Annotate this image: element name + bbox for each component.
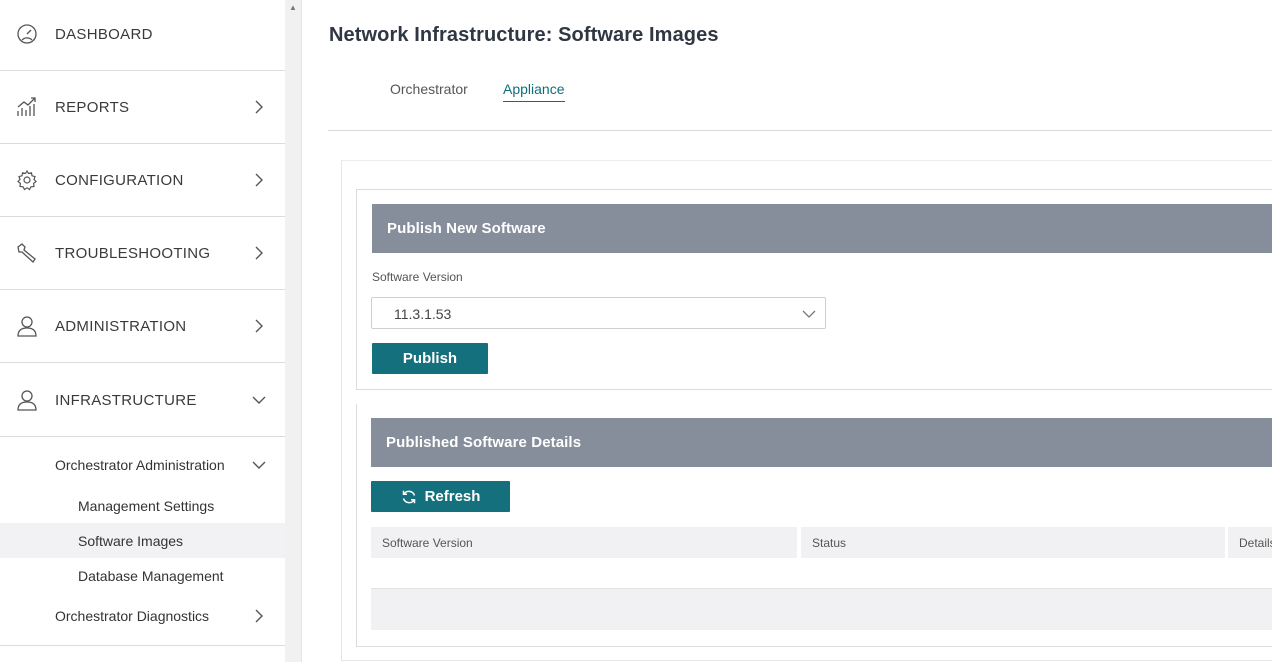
sidebar-item-administration[interactable]: ADMINISTRATION (0, 290, 285, 363)
sidebar-item-dashboard[interactable]: DASHBOARD (0, 0, 285, 71)
sidebar-item-label: DASHBOARD (55, 25, 153, 43)
scroll-up-arrow-icon[interactable]: ▲ (288, 2, 298, 12)
card-header: Published Software Details (371, 418, 1272, 467)
reports-chart-icon (14, 94, 40, 120)
publish-button[interactable]: Publish (372, 343, 488, 374)
sidebar-item-database-management[interactable]: Database Management (0, 558, 285, 593)
sidebar-group-orchestrator-diagnostics[interactable]: Orchestrator Diagnostics (0, 598, 285, 634)
dashboard-gauge-icon (14, 21, 40, 47)
table-row (371, 588, 1272, 630)
sidebar-item-label: ADMINISTRATION (55, 317, 187, 335)
refresh-label: Refresh (424, 488, 481, 505)
sidebar-item-label: Management Settings (78, 497, 215, 514)
refresh-icon (401, 489, 417, 505)
app-window: DASHBOARD REPORTS CONFIGURATION TROUBLES… (0, 0, 1272, 662)
user-icon (14, 313, 40, 339)
page-title: Network Infrastructure: Software Images (329, 24, 719, 46)
chevron-down-icon (250, 391, 268, 409)
sidebar: DASHBOARD REPORTS CONFIGURATION TROUBLES… (0, 0, 285, 662)
column-header-status[interactable]: Status (801, 527, 1225, 558)
card-header: Publish New Software (372, 204, 1272, 253)
sidebar-item-management-settings[interactable]: Management Settings (0, 488, 285, 523)
sidebar-item-label: CONFIGURATION (55, 171, 184, 189)
sidebar-item-label: REPORTS (55, 98, 130, 116)
sidebar-item-label: INFRASTRUCTURE (55, 391, 197, 409)
column-header-software-version[interactable]: Software Version (371, 527, 797, 558)
software-version-select[interactable]: 11.3.1.53 (371, 297, 826, 329)
sidebar-item-label: TROUBLESHOOTING (55, 244, 211, 262)
software-version-label: Software Version (372, 270, 463, 284)
sidebar-item-reports[interactable]: REPORTS (0, 71, 285, 144)
refresh-button[interactable]: Refresh (371, 481, 510, 512)
sidebar-item-label: Software Images (78, 532, 184, 549)
select-value: 11.3.1.53 (394, 306, 452, 322)
user-icon (14, 387, 40, 413)
divider (0, 645, 285, 646)
wrench-icon (14, 240, 40, 266)
sidebar-item-troubleshooting[interactable]: TROUBLESHOOTING (0, 217, 285, 290)
sidebar-item-label: Database Management (78, 567, 224, 584)
sidebar-scrollbar[interactable] (285, 0, 302, 662)
chevron-right-icon (250, 98, 268, 116)
tab-appliance[interactable]: Appliance (503, 81, 565, 102)
chevron-right-icon (250, 171, 268, 189)
sidebar-item-configuration[interactable]: CONFIGURATION (0, 144, 285, 217)
sidebar-group-orchestrator-administration[interactable]: Orchestrator Administration (0, 447, 285, 483)
chevron-down-icon (801, 306, 817, 322)
gear-icon (14, 167, 40, 193)
chevron-right-icon (250, 244, 268, 262)
sidebar-group-label: Orchestrator Diagnostics (55, 608, 210, 624)
chevron-down-icon (250, 456, 268, 474)
chevron-right-icon (250, 317, 268, 335)
sidebar-item-infrastructure[interactable]: INFRASTRUCTURE (0, 364, 285, 437)
sidebar-item-software-images[interactable]: Software Images (0, 523, 285, 558)
divider (328, 130, 1272, 131)
sidebar-group-label: Orchestrator Administration (55, 457, 225, 473)
column-header-details[interactable]: Details (1228, 527, 1272, 558)
tab-orchestrator[interactable]: Orchestrator (390, 81, 468, 101)
chevron-right-icon (250, 607, 268, 625)
